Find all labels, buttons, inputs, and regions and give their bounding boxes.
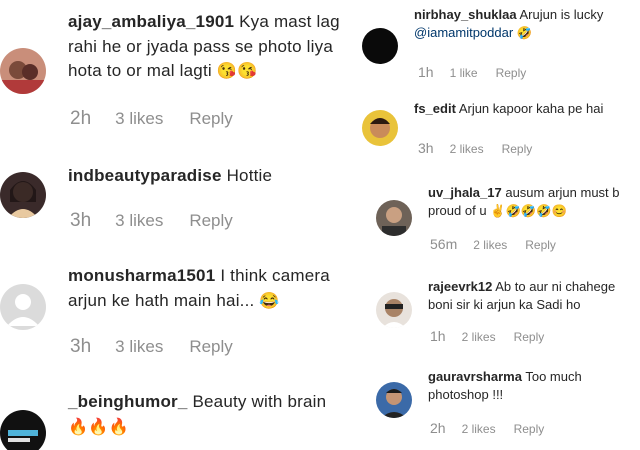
reply-button[interactable]: Reply <box>189 337 232 357</box>
reply-button[interactable]: Reply <box>525 238 556 252</box>
comment-username[interactable]: fs_edit <box>414 101 456 116</box>
comment-text: fs_edit Arjun kapoor kaha pe hai <box>414 100 634 118</box>
avatar[interactable] <box>376 200 412 236</box>
comment-item: monusharma1501 I think camera arjun ke h… <box>0 258 352 368</box>
comment-likes[interactable]: 1 like <box>450 66 478 80</box>
comment-username[interactable]: _beinghumor_ <box>68 392 188 411</box>
emoji-kiss-icon: 😘😘 <box>216 62 258 81</box>
comment-meta: 56m 2 likes Reply <box>430 236 556 252</box>
comment-body: Beauty with brain <box>192 392 327 411</box>
comment-likes[interactable]: 2 likes <box>473 238 507 252</box>
comment-time[interactable]: 1h <box>430 328 446 344</box>
comment-text: rajeevrk12 Ab to aur ni chahege boni sir… <box>428 278 634 314</box>
avatar[interactable] <box>0 48 46 94</box>
comment-time[interactable]: 3h <box>418 140 434 156</box>
comment-username[interactable]: nirbhay_shuklaa <box>414 7 517 22</box>
avatar[interactable] <box>362 110 398 146</box>
avatar[interactable] <box>0 172 46 218</box>
comment-time[interactable]: 2h <box>430 420 446 436</box>
comment-meta: 2h 3 likes Reply <box>70 108 233 130</box>
comment-username[interactable]: monusharma1501 <box>68 266 215 285</box>
comment-text: monusharma1501 I think camera arjun ke h… <box>68 264 348 313</box>
reply-button[interactable]: Reply <box>514 422 545 436</box>
avatar[interactable] <box>0 284 46 330</box>
reply-button[interactable]: Reply <box>189 211 232 231</box>
comment-item: nirbhay_shuklaa Arujun is lucky @iamamit… <box>362 0 640 92</box>
emoji-reactions-icon: ✌🤣🤣🤣😊 <box>490 204 568 219</box>
comment-meta: 1h 1 like Reply <box>418 64 526 80</box>
emoji-rofl-icon: 🤣 <box>516 26 533 41</box>
comment-likes[interactable]: 2 likes <box>462 422 496 436</box>
reply-button[interactable]: Reply <box>189 109 232 129</box>
comment-username[interactable]: gauravrsharma <box>428 369 522 384</box>
emoji-laughing-icon: 😂 <box>259 291 280 310</box>
avatar[interactable] <box>376 382 412 418</box>
comment-time[interactable]: 3h <box>70 336 91 358</box>
comment-username[interactable]: uv_jhala_17 <box>428 185 502 200</box>
comment-likes[interactable]: 2 likes <box>462 330 496 344</box>
reply-button[interactable]: Reply <box>502 142 533 156</box>
avatar[interactable] <box>376 292 412 328</box>
comment-time[interactable]: 3h <box>70 210 91 232</box>
panel-divider <box>352 0 362 450</box>
avatar[interactable] <box>362 28 398 64</box>
comment-likes[interactable]: 3 likes <box>115 211 163 231</box>
comment-text: uv_jhala_17 ausum arjun must b proud of … <box>428 184 634 220</box>
comment-meta: 1h 2 likes Reply <box>430 328 544 344</box>
comment-item: rajeevrk12 Ab to aur ni chahege boni sir… <box>362 274 640 350</box>
comment-text: indbeautyparadise Hottie <box>68 164 348 189</box>
comment-item: indbeautyparadise Hottie 3h 3 likes Repl… <box>0 152 352 242</box>
comment-body: Hottie <box>226 166 273 185</box>
comment-meta: 2h 2 likes Reply <box>430 420 544 436</box>
comment-username[interactable]: rajeevrk12 <box>428 279 492 294</box>
comment-item: ajay_ambaliya_1901 Kya mast lag rahi he … <box>0 0 352 140</box>
comment-time[interactable]: 56m <box>430 236 457 252</box>
comment-time[interactable]: 1h <box>418 64 434 80</box>
comment-meta: 3h 2 likes Reply <box>418 140 532 156</box>
comment-username[interactable]: ajay_ambaliya_1901 <box>68 12 234 31</box>
comment-item: _beinghumor_ Beauty with brain 🔥🔥🔥 <box>0 384 352 450</box>
left-comments-panel: ajay_ambaliya_1901 Kya mast lag rahi he … <box>0 0 352 450</box>
comment-username[interactable]: indbeautyparadise <box>68 166 222 185</box>
comment-likes[interactable]: 3 likes <box>115 109 163 129</box>
comment-text: ajay_ambaliya_1901 Kya mast lag rahi he … <box>68 10 348 84</box>
comment-item: fs_edit Arjun kapoor kaha pe hai 3h 2 li… <box>362 96 640 166</box>
comment-text: _beinghumor_ Beauty with brain 🔥🔥🔥 <box>68 390 348 439</box>
comment-item: uv_jhala_17 ausum arjun must b proud of … <box>362 180 640 260</box>
comment-time[interactable]: 2h <box>70 108 91 130</box>
avatar[interactable] <box>0 410 46 450</box>
comment-text: gauravrsharma Too much photoshop !!! <box>428 368 634 404</box>
reply-button[interactable]: Reply <box>496 66 527 80</box>
emoji-fire-icon: 🔥🔥🔥 <box>68 417 129 436</box>
comment-likes[interactable]: 2 likes <box>450 142 484 156</box>
mention-link[interactable]: @iamamitpoddar <box>414 25 513 40</box>
comment-text: nirbhay_shuklaa Arujun is lucky @iamamit… <box>414 6 634 42</box>
comment-meta: 3h 3 likes Reply <box>70 336 233 358</box>
right-comments-panel: nirbhay_shuklaa Arujun is lucky @iamamit… <box>362 0 640 450</box>
comment-item: gauravrsharma Too much photoshop !!! 2h … <box>362 362 640 450</box>
comment-meta: 3h 3 likes Reply <box>70 210 233 232</box>
comment-body: Arjun kapoor kaha pe hai <box>458 101 604 116</box>
reply-button[interactable]: Reply <box>514 330 545 344</box>
comment-body: Arujun is lucky <box>519 7 604 22</box>
comment-likes[interactable]: 3 likes <box>115 337 163 357</box>
